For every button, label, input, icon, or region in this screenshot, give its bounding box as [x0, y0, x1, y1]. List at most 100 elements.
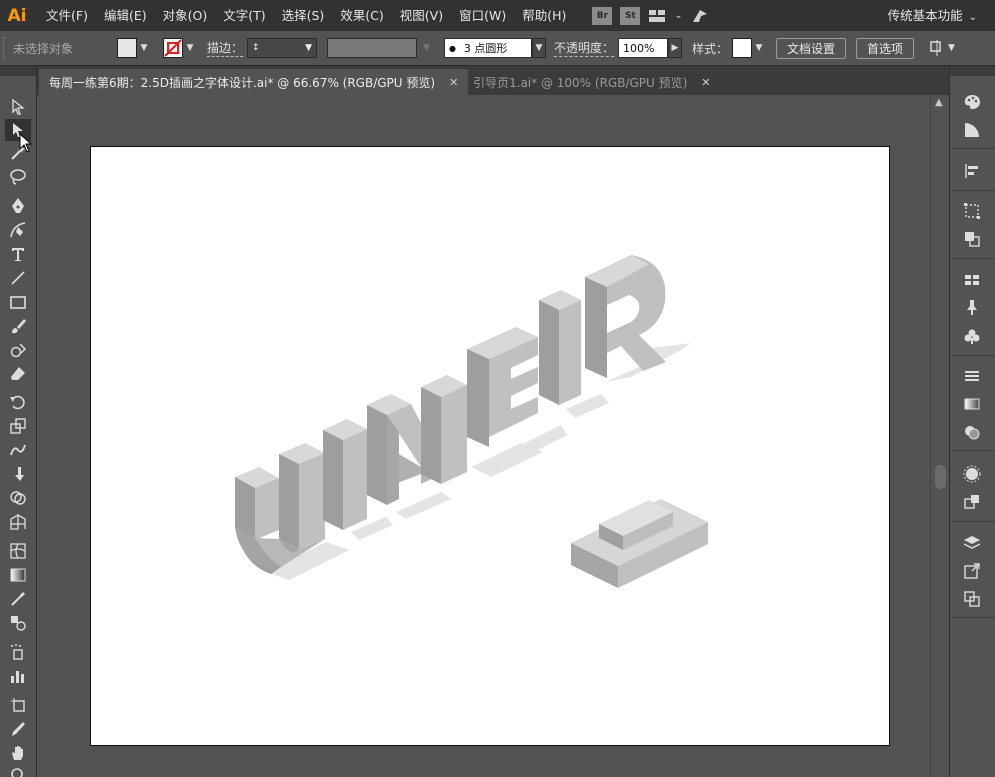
swatches-icon[interactable] — [960, 269, 984, 291]
opacity-field[interactable]: 100% — [617, 38, 668, 58]
chevron-down-icon[interactable]: ▼ — [305, 43, 312, 53]
rectangle-tool-icon[interactable] — [5, 291, 31, 313]
gradient-icon[interactable] — [960, 393, 984, 415]
symbol-sprayer-tool-icon[interactable] — [5, 641, 31, 663]
menu-edit[interactable]: 编辑(E) — [96, 0, 155, 31]
document-setup-button[interactable]: 文档设置 — [775, 37, 846, 59]
eraser-tool-icon[interactable] — [5, 363, 31, 385]
menu-window[interactable]: 窗口(W) — [451, 0, 514, 31]
menu-view[interactable]: 视图(V) — [392, 0, 451, 31]
curvature-tool-icon[interactable] — [5, 219, 31, 241]
chevron-down-icon: ⌄ — [968, 12, 977, 23]
menu-bar: Ai 文件(F) 编辑(E) 对象(O) 文字(T) 选择(S) 效果(C) 视… — [0, 0, 995, 31]
stroke-icon[interactable] — [960, 365, 984, 387]
align-icon[interactable] — [960, 160, 984, 182]
gradient-tool-icon[interactable] — [5, 564, 31, 586]
transform-icon[interactable] — [960, 200, 984, 222]
appearance-icon[interactable] — [960, 463, 984, 485]
color-guide-icon[interactable] — [960, 119, 984, 141]
perspective-grid-tool-icon[interactable] — [5, 511, 31, 533]
panel-grip[interactable] — [3, 37, 9, 59]
mouse-cursor-icon — [19, 133, 33, 153]
tab-label: 每周一练第6期：2.5D插画之字体设计.ai* @ 66.67% (RGB/GP… — [49, 75, 436, 90]
tab-document-2[interactable]: 引导页1.ai* @ 100% (RGB/GPU 预览) ✕ — [463, 69, 721, 95]
chevron-down-icon[interactable]: ▼ — [948, 43, 955, 53]
paintbrush-tool-icon[interactable] — [5, 315, 31, 337]
close-icon[interactable]: ✕ — [449, 76, 458, 89]
stock-button[interactable]: St — [620, 6, 641, 25]
menu-select[interactable]: 选择(S) — [274, 0, 333, 31]
slice-tool-icon[interactable] — [5, 718, 31, 740]
free-transform-tool-icon[interactable] — [5, 463, 31, 485]
blend-tool-icon[interactable] — [5, 612, 31, 634]
zoom-tool-icon[interactable] — [5, 764, 31, 777]
shape-builder-tool-icon[interactable] — [5, 487, 31, 509]
workspace-switcher[interactable]: 传统基本功能 ⌄ — [888, 0, 977, 31]
letter-i — [323, 419, 367, 530]
hand-tool-icon[interactable] — [5, 742, 31, 764]
letter-e — [467, 327, 538, 447]
variable-width-profile[interactable] — [327, 38, 418, 58]
warp-tool-icon[interactable] — [5, 439, 31, 461]
chevron-down-icon[interactable]: ▼ — [531, 38, 546, 58]
menu-type[interactable]: 文字(T) — [215, 0, 273, 31]
chevron-right-icon[interactable]: ▶ — [667, 38, 682, 58]
preferences-button[interactable]: 首选项 — [855, 37, 914, 59]
style-swatch[interactable] — [731, 38, 752, 58]
menu-right-group: Br St ⌄ — [592, 6, 709, 25]
canvas-area[interactable] — [37, 95, 930, 777]
shaper-tool-icon[interactable] — [5, 339, 31, 361]
close-icon[interactable]: ✕ — [701, 76, 710, 89]
stroke-swatch[interactable] — [163, 38, 183, 58]
rotate-tool-icon[interactable] — [5, 391, 31, 413]
artboard-tool-icon[interactable] — [5, 694, 31, 716]
lasso-tool-icon[interactable] — [5, 166, 31, 188]
brushes-icon[interactable] — [960, 296, 984, 318]
selection-tool-icon[interactable] — [5, 96, 31, 118]
artboard[interactable] — [90, 146, 890, 746]
tab-document-1[interactable]: 每周一练第6期：2.5D插画之字体设计.ai* @ 66.67% (RGB/GP… — [39, 69, 469, 95]
graphic-styles-icon[interactable] — [960, 491, 984, 513]
menu-file[interactable]: 文件(F) — [38, 0, 96, 31]
chevron-down-icon[interactable]: ▼ — [137, 38, 151, 58]
bridge-button[interactable]: Br — [592, 6, 613, 25]
menu-help[interactable]: 帮助(H) — [514, 0, 574, 31]
chevron-down-icon[interactable]: ▼ — [423, 43, 430, 53]
align-options-icon[interactable] — [928, 39, 946, 57]
pathfinder-icon[interactable] — [960, 228, 984, 250]
chevron-down-icon[interactable]: ⌄ — [674, 10, 682, 21]
stepper-icon[interactable]: ↕ — [252, 43, 260, 53]
isometric-lettering-illustration — [235, 255, 708, 588]
color-palette-icon[interactable] — [960, 91, 984, 113]
asset-export-icon[interactable] — [960, 560, 984, 582]
tools-panel-header[interactable] — [0, 66, 36, 76]
menu-object[interactable]: 对象(O) — [155, 0, 216, 31]
type-tool-icon[interactable] — [5, 243, 31, 265]
line-segment-tool-icon[interactable] — [5, 267, 31, 289]
style-label: 样式： — [691, 41, 728, 56]
scale-tool-icon[interactable] — [5, 415, 31, 437]
panel-dock-header[interactable] — [950, 66, 995, 76]
opacity-label[interactable]: 不透明度： — [553, 39, 614, 57]
stroke-weight-field[interactable]: ↕ ▼ — [247, 38, 318, 58]
transparency-icon[interactable] — [960, 421, 984, 443]
panel-separator — [952, 190, 994, 191]
scroll-up-arrow[interactable]: ▲ — [935, 97, 943, 108]
pen-tool-icon[interactable] — [5, 195, 31, 217]
artboards-icon[interactable] — [960, 588, 984, 610]
chevron-down-icon[interactable]: ▼ — [183, 38, 197, 58]
vertical-scrollbar[interactable]: ▲ — [930, 95, 949, 777]
scroll-thumb[interactable] — [935, 465, 946, 489]
chevron-down-icon[interactable]: ▼ — [752, 38, 766, 58]
mesh-tool-icon[interactable] — [5, 540, 31, 562]
gpu-performance-icon[interactable] — [691, 8, 709, 24]
brush-definition-field[interactable]: ● 3 点圆形 — [443, 38, 532, 58]
menu-effect[interactable]: 效果(C) — [332, 0, 391, 31]
symbols-icon[interactable] — [960, 326, 984, 348]
layers-icon[interactable] — [960, 532, 984, 554]
arrange-documents-icon[interactable] — [648, 8, 666, 24]
fill-swatch[interactable] — [117, 38, 137, 58]
eyedropper-tool-icon[interactable] — [5, 588, 31, 610]
column-graph-tool-icon[interactable] — [5, 665, 31, 687]
stroke-label[interactable]: 描边： — [207, 39, 244, 57]
